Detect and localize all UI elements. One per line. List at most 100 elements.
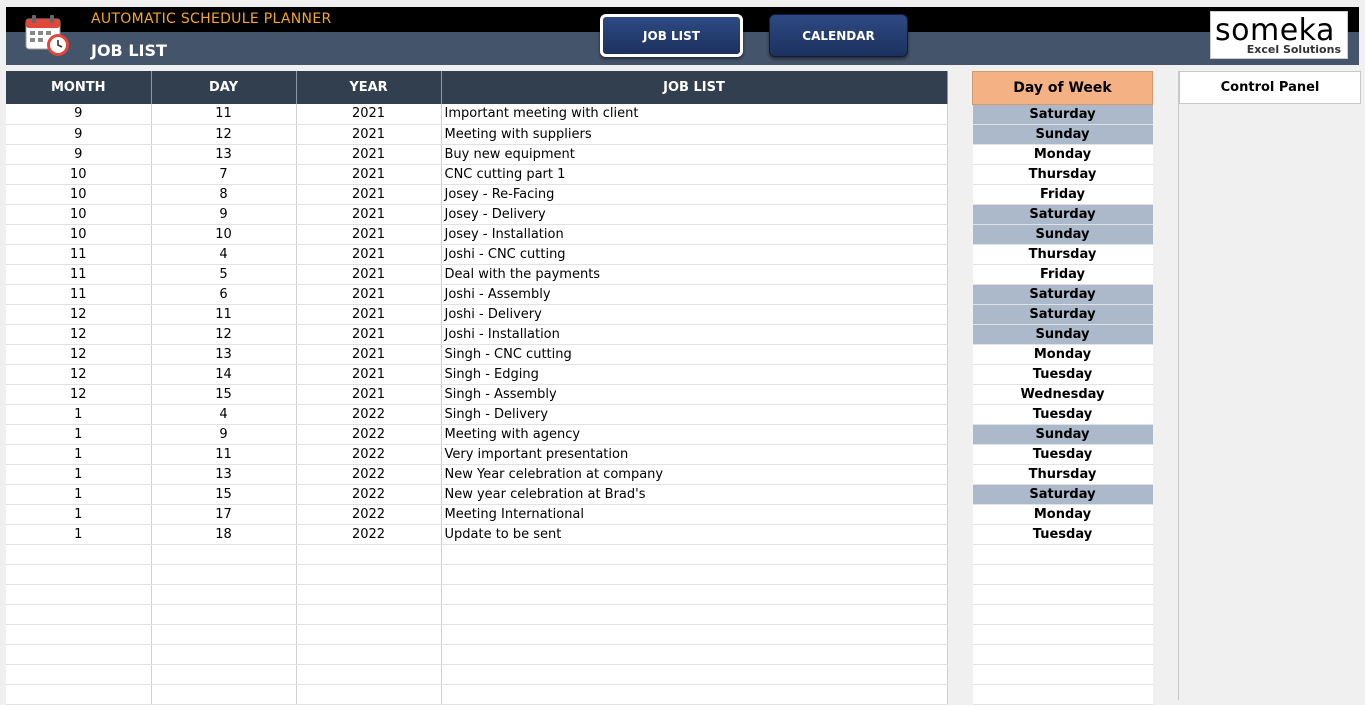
month-cell[interactable] bbox=[6, 684, 152, 705]
job-cell[interactable]: Singh - Edging bbox=[441, 364, 948, 385]
month-cell[interactable]: 1 bbox=[6, 464, 152, 485]
day-cell[interactable]: 4 bbox=[151, 404, 297, 425]
job-cell[interactable] bbox=[441, 564, 948, 585]
column-header-year[interactable]: YEAR bbox=[296, 71, 442, 104]
month-cell[interactable] bbox=[6, 664, 152, 685]
month-cell[interactable]: 10 bbox=[6, 204, 152, 225]
year-cell[interactable]: 2021 bbox=[296, 204, 442, 225]
day-cell[interactable]: 12 bbox=[151, 324, 297, 345]
year-cell[interactable]: 2021 bbox=[296, 264, 442, 285]
job-cell[interactable]: Joshi - Delivery bbox=[441, 304, 948, 325]
day-cell[interactable]: 7 bbox=[151, 164, 297, 185]
month-cell[interactable]: 1 bbox=[6, 404, 152, 425]
job-cell[interactable]: Meeting with agency bbox=[441, 424, 948, 445]
column-header-job-list[interactable]: JOB LIST bbox=[441, 71, 948, 104]
month-cell[interactable]: 1 bbox=[6, 444, 152, 465]
job-list-button[interactable]: JOB LIST bbox=[600, 14, 743, 57]
day-cell[interactable] bbox=[151, 624, 297, 645]
month-cell[interactable]: 9 bbox=[6, 104, 152, 125]
year-cell[interactable]: 2021 bbox=[296, 324, 442, 345]
month-cell[interactable] bbox=[6, 564, 152, 585]
job-cell[interactable]: Deal with the payments bbox=[441, 264, 948, 285]
year-cell[interactable]: 2021 bbox=[296, 344, 442, 365]
year-cell[interactable]: 2021 bbox=[296, 184, 442, 205]
year-cell[interactable]: 2022 bbox=[296, 484, 442, 505]
day-cell[interactable] bbox=[151, 604, 297, 625]
day-cell[interactable]: 8 bbox=[151, 184, 297, 205]
column-header-month[interactable]: MONTH bbox=[6, 71, 152, 104]
day-cell[interactable] bbox=[151, 644, 297, 665]
day-cell[interactable]: 4 bbox=[151, 244, 297, 265]
year-cell[interactable] bbox=[296, 564, 442, 585]
day-cell[interactable]: 5 bbox=[151, 264, 297, 285]
day-cell[interactable]: 9 bbox=[151, 424, 297, 445]
job-cell[interactable]: Singh - Assembly bbox=[441, 384, 948, 405]
year-cell[interactable]: 2021 bbox=[296, 144, 442, 165]
day-cell[interactable]: 6 bbox=[151, 284, 297, 305]
month-cell[interactable]: 9 bbox=[6, 144, 152, 165]
year-cell[interactable]: 2022 bbox=[296, 524, 442, 545]
day-cell[interactable]: 15 bbox=[151, 484, 297, 505]
year-cell[interactable]: 2022 bbox=[296, 424, 442, 445]
job-cell[interactable] bbox=[441, 604, 948, 625]
month-cell[interactable]: 11 bbox=[6, 284, 152, 305]
job-cell[interactable]: Meeting with suppliers bbox=[441, 124, 948, 145]
job-cell[interactable]: Joshi - Installation bbox=[441, 324, 948, 345]
month-cell[interactable] bbox=[6, 644, 152, 665]
month-cell[interactable]: 12 bbox=[6, 384, 152, 405]
year-cell[interactable]: 2021 bbox=[296, 104, 442, 125]
month-cell[interactable]: 1 bbox=[6, 484, 152, 505]
year-cell[interactable]: 2021 bbox=[296, 304, 442, 325]
day-cell[interactable]: 11 bbox=[151, 444, 297, 465]
month-cell[interactable]: 12 bbox=[6, 304, 152, 325]
day-cell[interactable]: 17 bbox=[151, 504, 297, 525]
job-cell[interactable]: New Year celebration at company bbox=[441, 464, 948, 485]
job-cell[interactable] bbox=[441, 584, 948, 605]
month-cell[interactable]: 10 bbox=[6, 164, 152, 185]
job-cell[interactable]: Singh - Delivery bbox=[441, 404, 948, 425]
year-cell[interactable]: 2021 bbox=[296, 224, 442, 245]
year-cell[interactable]: 2022 bbox=[296, 464, 442, 485]
year-cell[interactable]: 2021 bbox=[296, 364, 442, 385]
job-cell[interactable]: Buy new equipment bbox=[441, 144, 948, 165]
month-cell[interactable]: 10 bbox=[6, 224, 152, 245]
job-cell[interactable] bbox=[441, 624, 948, 645]
month-cell[interactable]: 1 bbox=[6, 424, 152, 445]
year-cell[interactable] bbox=[296, 644, 442, 665]
job-cell[interactable] bbox=[441, 684, 948, 705]
day-cell[interactable] bbox=[151, 584, 297, 605]
year-cell[interactable]: 2021 bbox=[296, 164, 442, 185]
month-cell[interactable]: 9 bbox=[6, 124, 152, 145]
column-header-day[interactable]: DAY bbox=[151, 71, 297, 104]
day-cell[interactable]: 13 bbox=[151, 344, 297, 365]
month-cell[interactable]: 12 bbox=[6, 344, 152, 365]
year-cell[interactable]: 2021 bbox=[296, 124, 442, 145]
day-cell[interactable]: 10 bbox=[151, 224, 297, 245]
job-cell[interactable] bbox=[441, 644, 948, 665]
job-cell[interactable]: Joshi - CNC cutting bbox=[441, 244, 948, 265]
month-cell[interactable]: 11 bbox=[6, 264, 152, 285]
year-cell[interactable] bbox=[296, 604, 442, 625]
year-cell[interactable]: 2022 bbox=[296, 404, 442, 425]
month-cell[interactable] bbox=[6, 584, 152, 605]
day-cell[interactable]: 12 bbox=[151, 124, 297, 145]
day-cell[interactable] bbox=[151, 664, 297, 685]
month-cell[interactable]: 12 bbox=[6, 324, 152, 345]
month-cell[interactable]: 1 bbox=[6, 504, 152, 525]
year-cell[interactable]: 2022 bbox=[296, 504, 442, 525]
month-cell[interactable]: 10 bbox=[6, 184, 152, 205]
job-cell[interactable]: CNC cutting part 1 bbox=[441, 164, 948, 185]
year-cell[interactable] bbox=[296, 544, 442, 565]
job-cell[interactable]: Singh - CNC cutting bbox=[441, 344, 948, 365]
day-cell[interactable]: 14 bbox=[151, 364, 297, 385]
month-cell[interactable] bbox=[6, 544, 152, 565]
job-cell[interactable] bbox=[441, 664, 948, 685]
job-cell[interactable]: Josey - Installation bbox=[441, 224, 948, 245]
month-cell[interactable]: 11 bbox=[6, 244, 152, 265]
day-cell[interactable]: 18 bbox=[151, 524, 297, 545]
year-cell[interactable] bbox=[296, 684, 442, 705]
day-cell[interactable] bbox=[151, 544, 297, 565]
day-cell[interactable]: 15 bbox=[151, 384, 297, 405]
day-cell[interactable]: 13 bbox=[151, 464, 297, 485]
day-cell[interactable]: 11 bbox=[151, 304, 297, 325]
